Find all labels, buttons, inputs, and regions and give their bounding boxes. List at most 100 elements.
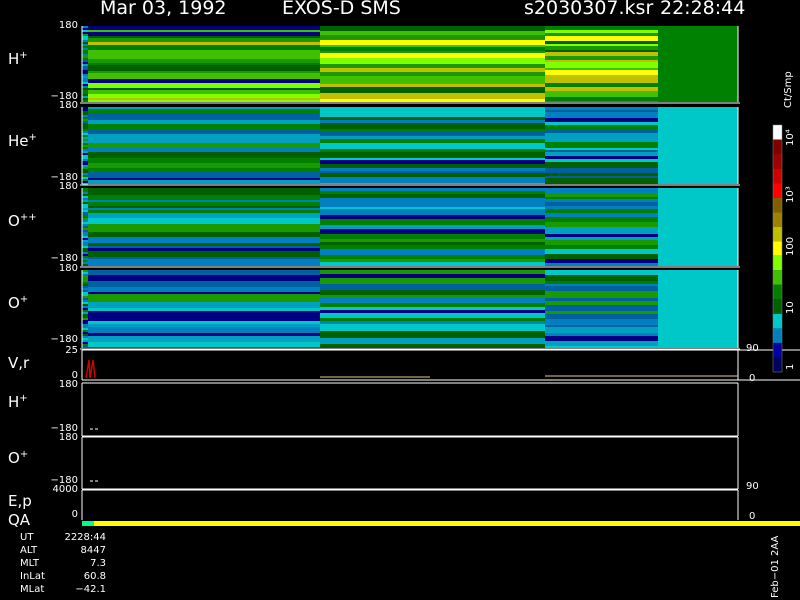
spectrogram-band — [320, 245, 545, 249]
date-title: Mar 03, 1992 — [100, 0, 227, 19]
spectrogram-noise — [82, 330, 88, 332]
spectrogram-noise — [82, 109, 88, 111]
spectrogram-noise — [82, 194, 88, 196]
spectrogram-noise — [82, 139, 88, 141]
spectrogram-noise — [82, 44, 88, 46]
colorbar-cell — [773, 241, 782, 256]
spectrogram-band — [320, 149, 545, 152]
spectrogram-band — [88, 180, 320, 184]
spectrogram-band — [545, 173, 658, 176]
spectrogram-band — [545, 152, 658, 156]
panel-label-h-plus: H+ — [8, 50, 28, 68]
spectrogram-band — [320, 262, 545, 266]
spectrogram-noise — [82, 94, 88, 96]
spectrogram-band — [545, 168, 658, 173]
spectrogram-band — [88, 100, 320, 102]
spectrogram-noise — [82, 246, 88, 248]
spectrogram-band — [545, 327, 658, 333]
spectrogram-band — [88, 195, 320, 200]
spectrogram-noise — [82, 78, 88, 80]
spectrogram-band — [320, 31, 545, 35]
spectrogram-noise — [82, 340, 88, 342]
spectrogram-band — [320, 164, 545, 168]
spectrogram-fill — [658, 107, 738, 184]
spectrogram-band — [88, 294, 320, 298]
spectrogram-noise — [82, 298, 88, 300]
spectrogram-band — [88, 98, 320, 100]
spectrogram-noise — [82, 46, 88, 48]
spectrogram-noise — [82, 272, 88, 274]
tick-h2-top: 180 — [58, 379, 78, 390]
spectrogram-band — [88, 107, 320, 109]
spectrogram-band — [88, 90, 320, 94]
spectrogram-noise — [82, 90, 88, 92]
spectrogram-noise — [82, 296, 88, 298]
spectrogram-noise — [82, 72, 88, 74]
spectrogram-band — [88, 32, 320, 36]
spectrogram-band — [545, 156, 658, 159]
spectrogram-noise — [82, 149, 88, 151]
spectrogram-noise — [82, 336, 88, 338]
spectrogram-band — [320, 297, 545, 303]
footer-row: ALT 8447 — [20, 545, 106, 556]
spectrogram-band — [545, 249, 658, 254]
spectrogram-noise — [82, 153, 88, 155]
spectrogram-band — [320, 274, 545, 278]
spectrogram-band — [88, 251, 320, 257]
panel-label-ep: E,p — [8, 492, 32, 510]
spectrogram-band — [320, 255, 545, 259]
spectrogram-band — [320, 242, 545, 245]
spectrogram-band — [545, 341, 658, 346]
spectrogram-noise — [82, 312, 88, 314]
spectrogram-band — [545, 259, 658, 263]
spectrogram-noise — [82, 224, 88, 226]
colorbar-cell — [773, 197, 782, 213]
spectrogram-noise — [82, 60, 88, 62]
spectrogram-band — [320, 68, 545, 72]
spectrogram-band — [320, 158, 545, 160]
spectrogram-band — [320, 136, 545, 139]
spectrogram-band — [320, 99, 545, 102]
spectrogram-noise — [82, 62, 88, 64]
spectrogram-noise — [82, 290, 88, 292]
spectrogram-noise — [82, 264, 88, 266]
spectrogram-band — [320, 239, 545, 242]
tick-he-top: 180 — [58, 100, 78, 111]
spectrogram-band — [320, 76, 545, 79]
spectrogram-noise — [82, 270, 88, 272]
spectrogram-band — [88, 124, 320, 130]
spectrogram-band — [545, 50, 658, 52]
spectrogram-noise — [82, 250, 88, 252]
spectrogram-band — [320, 139, 545, 143]
spectrogram-band — [545, 41, 658, 44]
spectrogram-band — [88, 248, 320, 251]
spectrogram-noise — [82, 284, 88, 286]
spectrogram-noise — [82, 188, 88, 190]
spectrogram-noise — [82, 334, 88, 336]
spectrogram-band — [88, 264, 320, 266]
spectrogram-noise — [82, 230, 88, 232]
spectrogram-noise — [82, 165, 88, 167]
spectrogram-band — [320, 93, 545, 99]
spectrogram-band — [545, 148, 658, 150]
spectrogram-band — [88, 71, 320, 73]
spectrogram-band — [545, 36, 658, 41]
spectrogram-band — [88, 26, 320, 30]
spectrogram-noise — [82, 258, 88, 260]
spectrogram-band — [545, 263, 658, 266]
spectrogram-band — [88, 168, 320, 172]
spectrogram-band — [545, 97, 658, 101]
spectrogram-band — [320, 168, 545, 171]
spectrogram-band — [88, 192, 320, 195]
spectrogram-band — [320, 212, 545, 215]
spectrogram-band — [320, 249, 545, 255]
spectrogram-band — [545, 125, 658, 130]
spectrogram-noise — [82, 100, 88, 102]
footer-row: InLat 60.8 — [20, 571, 106, 582]
spectrogram-band — [320, 191, 545, 194]
spectrogram-band — [320, 204, 545, 207]
spectrogram-noise — [82, 181, 88, 183]
spectrogram-band — [320, 79, 545, 84]
spectrogram-band — [88, 59, 320, 63]
spectrogram-band — [545, 101, 658, 102]
